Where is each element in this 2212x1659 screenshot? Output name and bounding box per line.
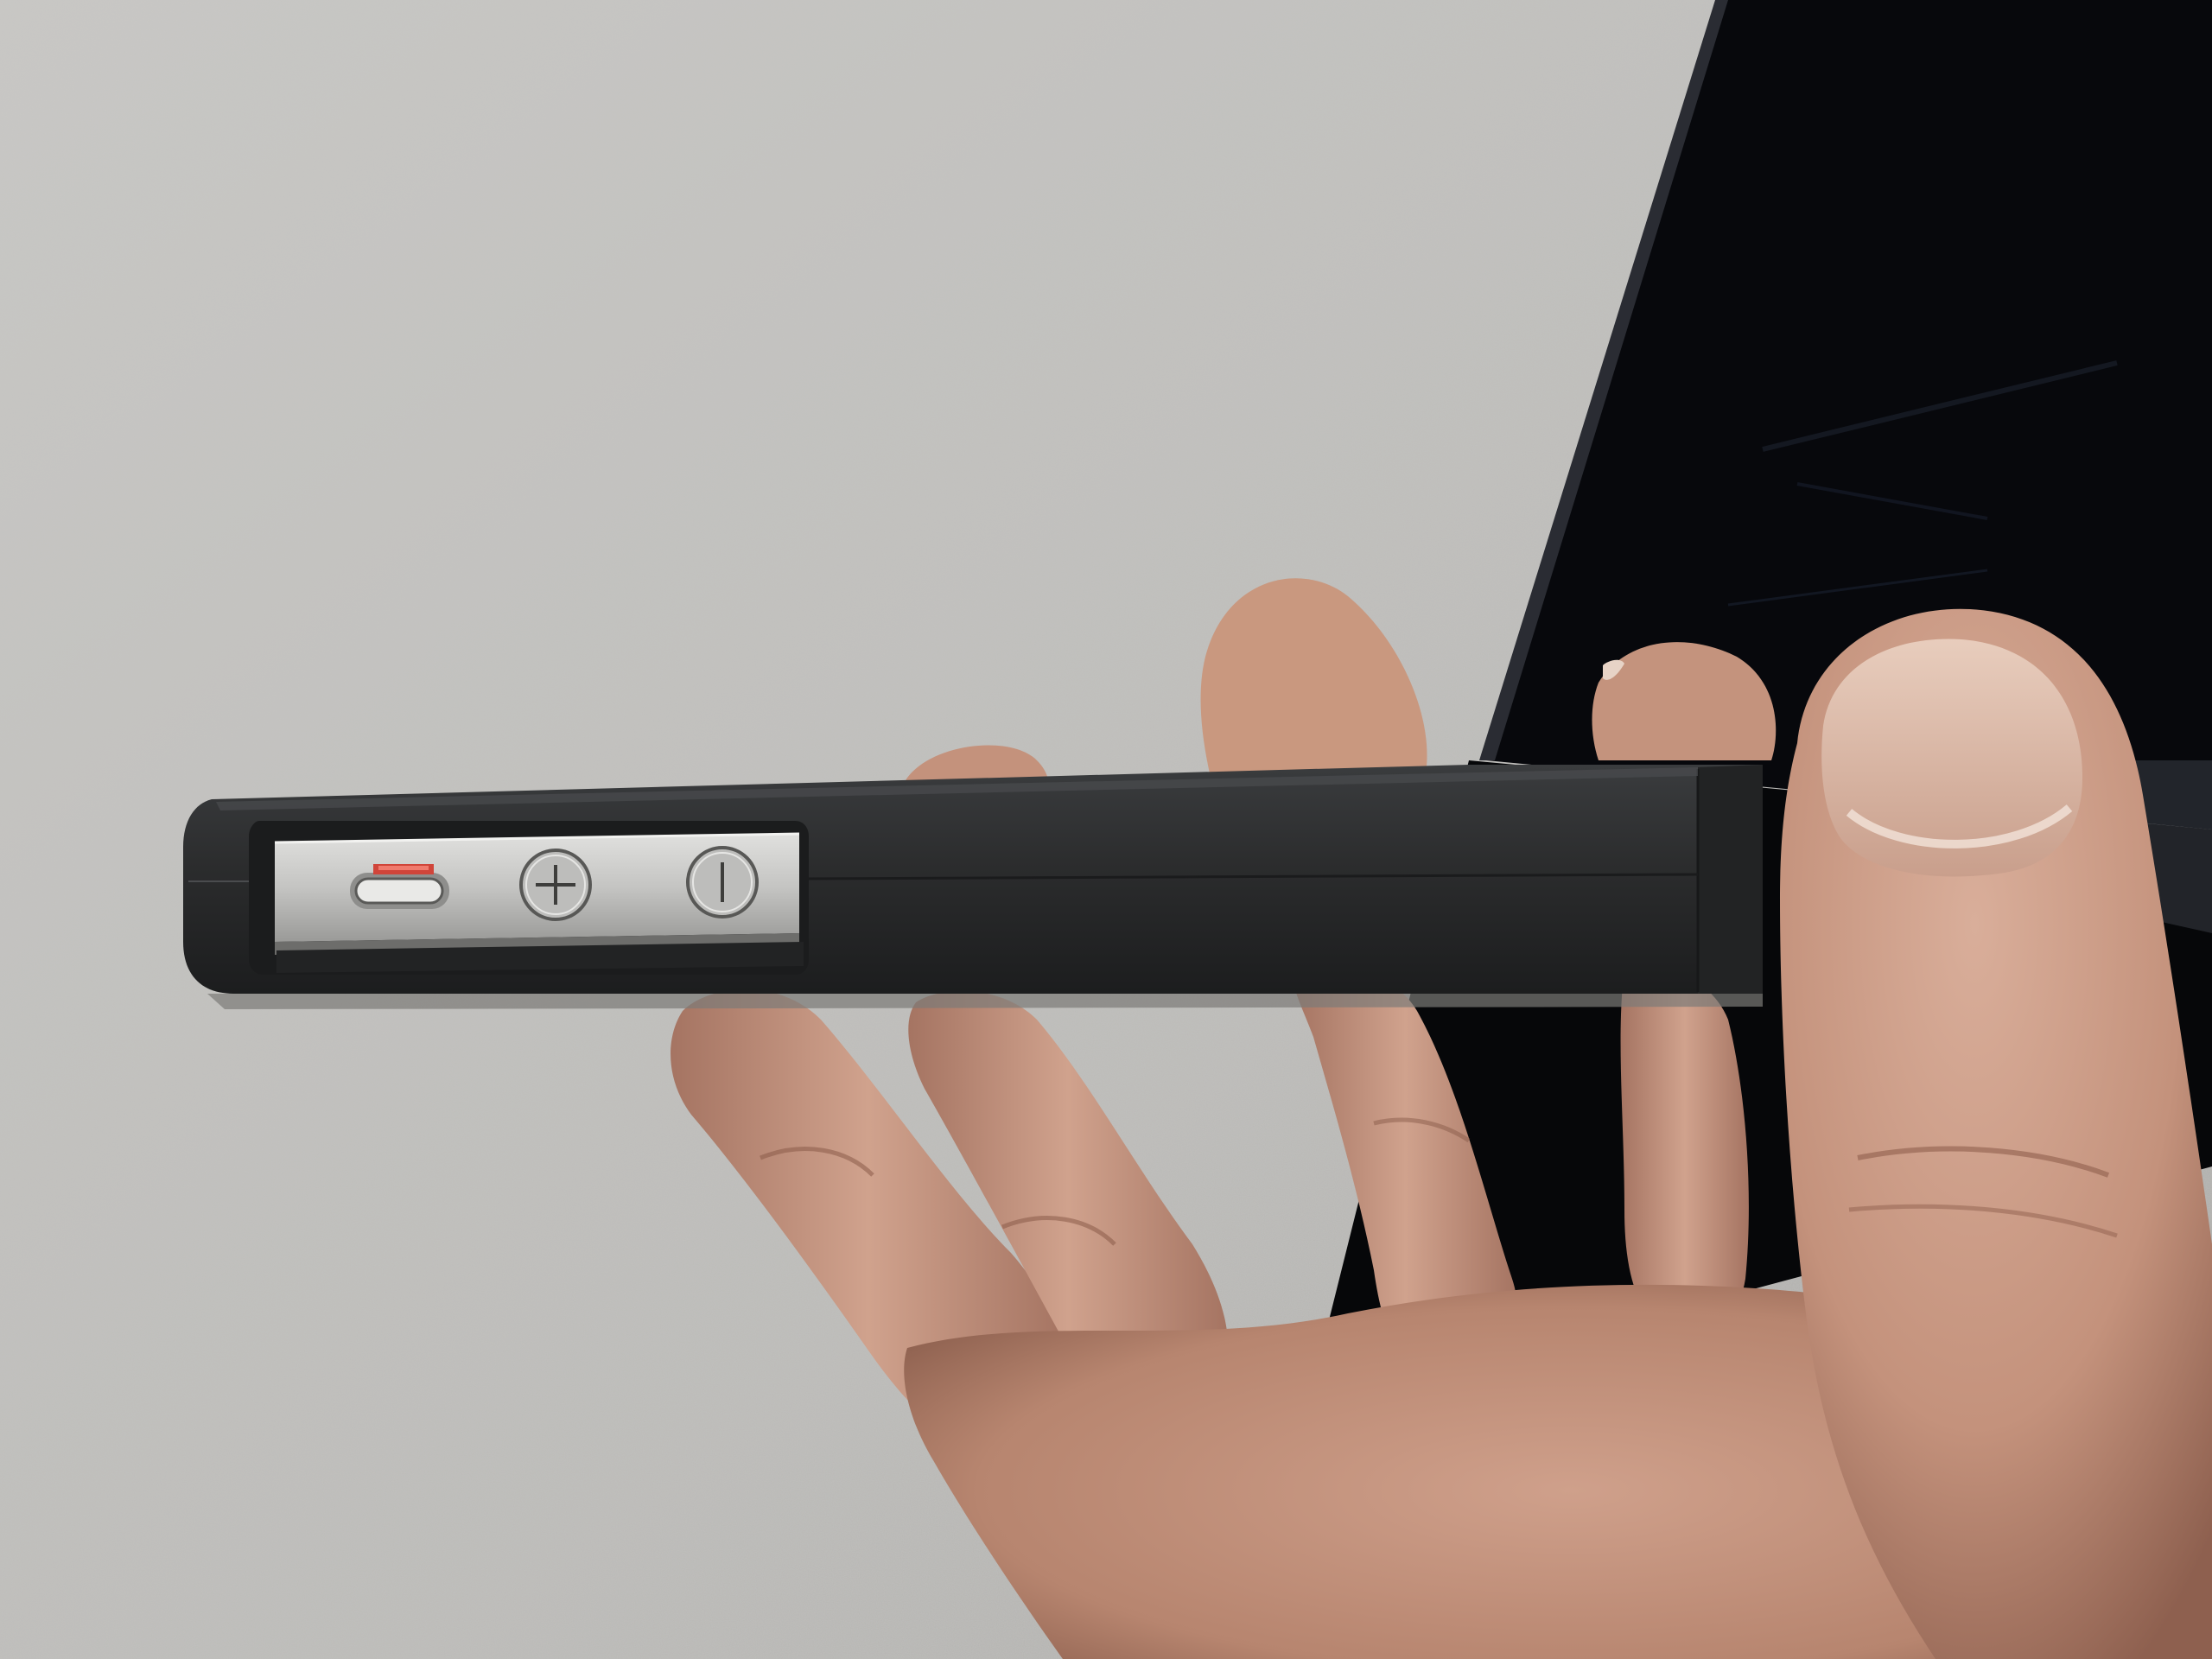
photo-canvas <box>0 0 2212 1659</box>
phone <box>183 765 1763 1009</box>
photo-scene <box>0 0 2212 1659</box>
volume-down-icon[interactable] <box>686 846 759 918</box>
volume-up-icon[interactable] <box>519 849 592 921</box>
